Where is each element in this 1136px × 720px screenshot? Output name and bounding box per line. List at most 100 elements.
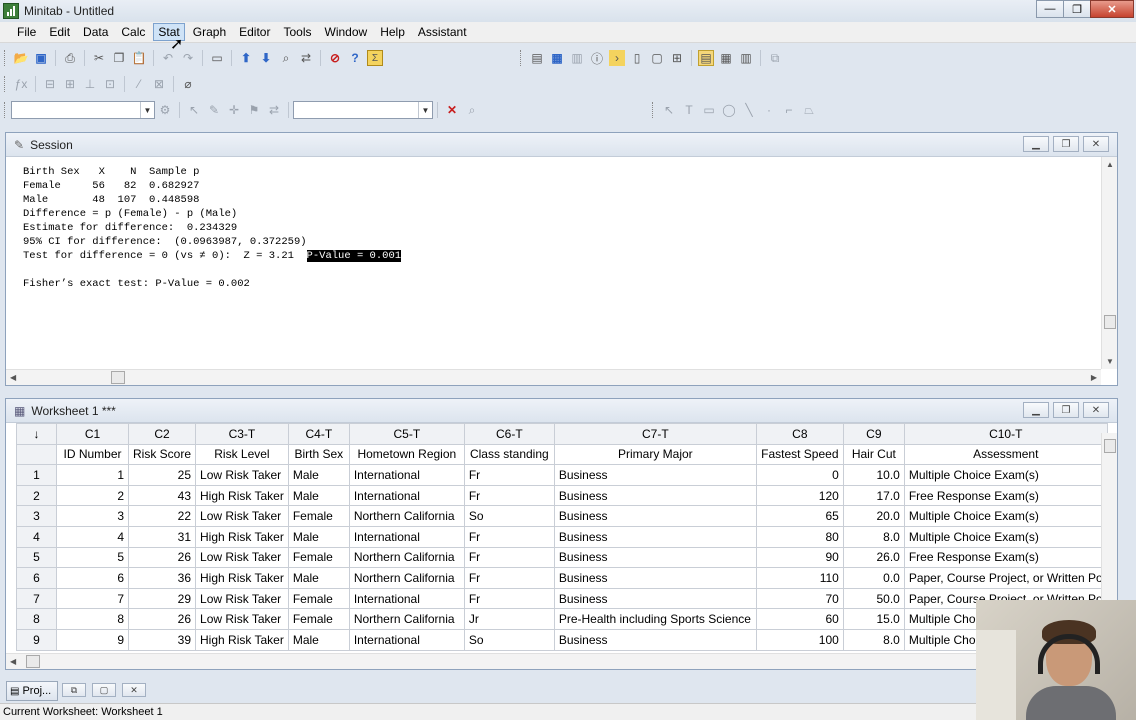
cut-icon[interactable]: ✂ — [91, 50, 107, 66]
line-tool-icon[interactable]: ╲ — [741, 102, 757, 118]
cell[interactable]: Female — [287, 587, 350, 610]
formula-icon[interactable]: ƒx — [13, 76, 29, 92]
project-maximize-button[interactable]: ▢ — [92, 683, 116, 697]
cell[interactable]: Northern California — [348, 546, 465, 569]
menu-calc[interactable]: Calc — [116, 23, 150, 41]
cell[interactable]: 90 — [755, 546, 844, 569]
cell[interactable]: 36 — [127, 567, 197, 589]
column-name[interactable]: Hometown Region — [348, 443, 465, 466]
text-tool-icon[interactable]: T — [681, 102, 697, 118]
show-session-folder-icon[interactable]: ▤ — [529, 50, 545, 66]
save-icon[interactable]: ▣ — [33, 50, 49, 66]
row-header[interactable]: 6 — [16, 567, 57, 589]
cell[interactable]: 26 — [127, 546, 197, 569]
cell[interactable]: 17.0 — [842, 484, 905, 507]
column-id[interactable]: C5-T — [348, 423, 465, 445]
polyline-tool-icon[interactable]: ⌐ — [781, 102, 797, 118]
redo-icon[interactable]: ↷ — [180, 50, 196, 66]
cell[interactable]: 20.0 — [842, 505, 905, 527]
session-restore-button[interactable]: ❐ — [1053, 136, 1079, 152]
menu-file[interactable]: File — [12, 23, 41, 41]
show-graphs-folder-icon[interactable]: ▥ — [569, 50, 585, 66]
column-name[interactable]: Birth Sex — [287, 443, 350, 466]
cell[interactable]: Paper, Course Project, or Written Po — [903, 567, 1108, 589]
cell[interactable]: 100 — [755, 628, 844, 651]
column-id[interactable]: C7-T — [553, 423, 757, 445]
column-name[interactable]: ID Number — [56, 443, 129, 466]
session-window-icon[interactable]: ▤ — [698, 50, 714, 66]
column-properties-icon[interactable]: ⁄ — [131, 76, 147, 92]
cell[interactable]: 1 — [56, 464, 129, 486]
cell[interactable]: 10.0 — [842, 464, 905, 486]
column-id[interactable]: C1 — [56, 423, 129, 445]
insert-cells-icon[interactable]: ⊟ — [42, 76, 58, 92]
cell[interactable]: 43 — [127, 484, 197, 507]
session-horizontal-scrollbar[interactable]: ◀ ▶ — [6, 369, 1101, 385]
project-close-button[interactable]: ✕ — [122, 683, 146, 697]
show-info-icon[interactable]: ⓘ — [589, 50, 605, 66]
cell[interactable]: 26.0 — [842, 546, 905, 569]
copy-icon[interactable]: ❐ — [111, 50, 127, 66]
cell[interactable]: Business — [553, 587, 757, 610]
row-header[interactable]: 8 — [16, 608, 57, 630]
cell[interactable]: 8.0 — [842, 525, 905, 548]
marker-tool-icon[interactable]: · — [761, 102, 777, 118]
cell[interactable]: 2 — [56, 484, 129, 507]
minimize-button[interactable]: — — [1036, 0, 1064, 18]
column-name[interactable]: Hair Cut — [842, 443, 905, 466]
cell[interactable]: 5 — [56, 546, 129, 569]
cell[interactable]: Low Risk Taker — [195, 546, 289, 569]
show-history-icon[interactable]: › — [609, 50, 625, 66]
cell[interactable]: Fr — [463, 567, 555, 589]
column-id[interactable]: C3-T — [195, 423, 289, 445]
worksheet-restore-button[interactable]: ❐ — [1053, 402, 1079, 418]
column-name[interactable]: Class standing — [463, 443, 555, 466]
print-icon[interactable]: ⎙ — [62, 50, 78, 66]
worksheet-grid[interactable]: ↓ C1 C2 C3-T C4-T C5-T C6-T C7-T C8 C9 C… — [16, 423, 1108, 651]
row-header[interactable]: 3 — [16, 505, 57, 527]
cell[interactable]: International — [348, 464, 465, 486]
cell[interactable]: Northern California — [348, 505, 465, 527]
menu-window[interactable]: Window — [320, 23, 373, 41]
cell[interactable]: 31 — [127, 525, 197, 548]
maximize-button[interactable]: ❐ — [1063, 0, 1091, 18]
cell[interactable]: Business — [553, 525, 757, 548]
cell[interactable]: 25 — [127, 464, 197, 486]
cell[interactable]: 70 — [755, 587, 844, 610]
cell[interactable]: 60 — [755, 608, 844, 630]
cell[interactable]: High Risk Taker — [195, 628, 289, 651]
column-id[interactable]: C9 — [842, 423, 905, 445]
cell[interactable]: Male — [287, 464, 350, 486]
column-id[interactable]: C2 — [127, 423, 197, 445]
cell[interactable]: So — [463, 505, 555, 527]
worksheet-minimize-button[interactable]: ▁ — [1023, 402, 1049, 418]
cell[interactable]: 4 — [56, 525, 129, 548]
cell[interactable]: Pre-Health including Sports Science — [553, 608, 757, 630]
row-header[interactable]: 1 — [16, 464, 57, 486]
session-close-button[interactable]: ✕ — [1083, 136, 1109, 152]
help-icon[interactable]: ? — [347, 50, 363, 66]
cell[interactable]: Fr — [463, 525, 555, 548]
edit-element-icon[interactable]: ⚙ — [157, 102, 173, 118]
cell[interactable]: Free Response Exam(s) — [903, 484, 1108, 507]
cell[interactable]: 80 — [755, 525, 844, 548]
cell[interactable]: Female — [287, 505, 350, 527]
graph-object-dropdown[interactable]: ▼ — [293, 101, 433, 119]
project-manager-minimized[interactable]: ▤ Proj... — [6, 681, 58, 701]
cancel-icon[interactable]: ⊘ — [327, 50, 343, 66]
next-command-icon[interactable]: ⬇ — [258, 50, 274, 66]
column-name[interactable]: Assessment — [903, 443, 1108, 466]
polygon-tool-icon[interactable]: ⏢ — [801, 102, 817, 118]
cell[interactable]: 8.0 — [842, 628, 905, 651]
cell[interactable]: Business — [553, 464, 757, 486]
cell[interactable]: 110 — [755, 567, 844, 589]
select-icon[interactable]: ↖ — [186, 102, 202, 118]
column-id[interactable]: C4-T — [287, 423, 350, 445]
menu-help[interactable]: Help — [375, 23, 410, 41]
column-name[interactable]: Risk Level — [195, 443, 289, 466]
cell[interactable]: 7 — [56, 587, 129, 610]
row-header[interactable]: 5 — [16, 546, 57, 569]
cell[interactable]: 8 — [56, 608, 129, 630]
menu-editor[interactable]: Editor — [234, 23, 275, 41]
cell[interactable]: Free Response Exam(s) — [903, 546, 1108, 569]
